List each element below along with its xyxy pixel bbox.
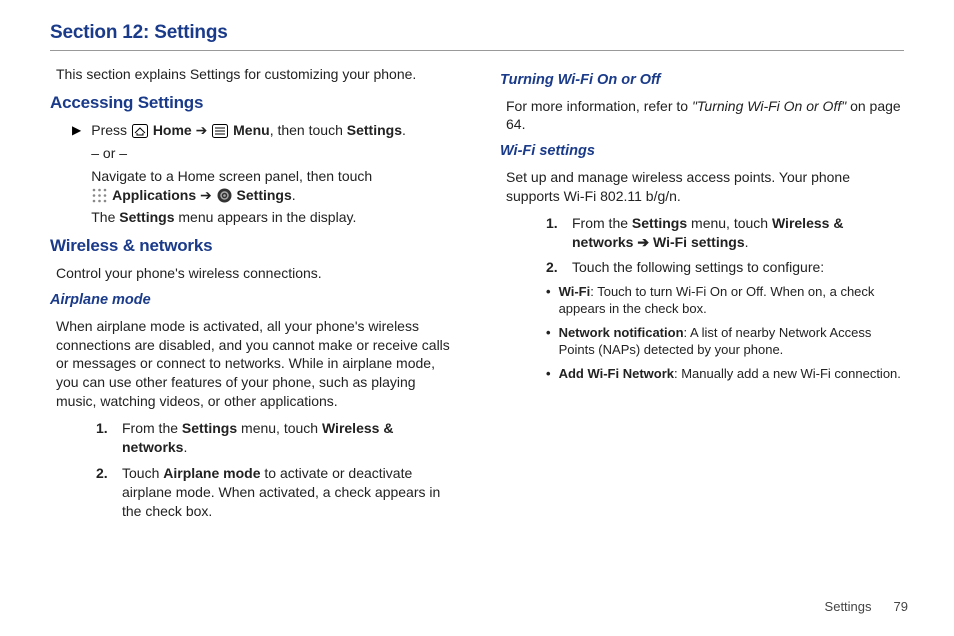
home-label: Home <box>153 122 192 138</box>
heading-wireless-networks: Wireless & networks <box>50 235 454 258</box>
text: Touch <box>122 465 163 481</box>
text: Settings <box>182 420 237 436</box>
step-number: 1. <box>546 214 562 233</box>
text: Navigate to a Home screen panel, then to… <box>91 168 372 184</box>
list-item: • Wi-Fi: Touch to turn Wi-Fi On or Off. … <box>546 284 904 318</box>
text: From the <box>572 215 632 231</box>
section-title: Section 12: Settings <box>50 22 904 44</box>
settings-label: Settings <box>347 122 402 138</box>
cross-reference: "Turning Wi-Fi On or Off" <box>692 98 846 114</box>
turning-wifi-text: For more information, refer to "Turning … <box>506 97 904 135</box>
or-separator: – or – <box>91 144 454 163</box>
wifi-settings-intro: Set up and manage wireless access points… <box>506 168 904 206</box>
page-footer: Settings 79 <box>825 599 908 614</box>
text: Airplane mode <box>163 465 260 481</box>
text: menu, touch <box>237 420 322 436</box>
text: Settings <box>632 215 687 231</box>
menu-label: Menu <box>233 122 270 138</box>
wireless-intro: Control your phone's wireless connection… <box>56 264 454 283</box>
intro-text: This section explains Settings for custo… <box>56 65 454 84</box>
list-item: 2. Touch Airplane mode to activate or de… <box>96 464 454 521</box>
step-number: 2. <box>96 464 112 483</box>
applications-icon <box>92 188 107 203</box>
arrow: ➔ <box>196 187 216 203</box>
option-desc: : Touch to turn Wi-Fi On or Off. When on… <box>559 284 875 316</box>
option-name: Add Wi-Fi Network <box>559 366 674 381</box>
text: menu appears in the display. <box>174 209 356 225</box>
instruction-step: ▶ Press Home ➔ Menu, then touch Settings… <box>72 121 454 231</box>
divider <box>50 50 904 51</box>
step-number: 1. <box>96 419 112 438</box>
text: . <box>745 234 749 250</box>
list-item: 1. From the Settings menu, touch Wireles… <box>546 214 904 252</box>
arrow: ➔ <box>192 122 212 138</box>
option-desc: : Manually add a new Wi-Fi connection. <box>674 366 901 381</box>
airplane-description: When airplane mode is activated, all you… <box>56 317 454 411</box>
heading-airplane-mode: Airplane mode <box>50 291 454 311</box>
settings-gear-icon <box>217 188 232 203</box>
home-icon <box>132 124 148 138</box>
text: Touch the following settings to configur… <box>572 259 824 275</box>
heading-accessing-settings: Accessing Settings <box>50 92 454 115</box>
text: . <box>183 439 187 455</box>
bullet-icon: • <box>546 325 551 359</box>
applications-label: Applications <box>112 187 196 203</box>
page-number: 79 <box>894 599 908 614</box>
bullet-icon: • <box>546 284 551 318</box>
triangle-bullet-icon: ▶ <box>72 121 81 139</box>
airplane-steps-list: 1. From the Settings menu, touch Wireles… <box>96 419 454 520</box>
list-item: 1. From the Settings menu, touch Wireles… <box>96 419 454 457</box>
heading-turning-wifi: Turning Wi-Fi On or Off <box>500 71 904 91</box>
bullet-icon: • <box>546 366 551 383</box>
option-name: Network notification <box>559 325 684 340</box>
text: . <box>292 187 296 203</box>
option-name: Wi-Fi <box>559 284 591 299</box>
step-number: 2. <box>546 258 562 277</box>
menu-icon <box>212 124 228 138</box>
heading-wifi-settings: Wi-Fi settings <box>500 142 904 162</box>
text: , then touch <box>270 122 347 138</box>
list-item: • Add Wi-Fi Network: Manually add a new … <box>546 366 904 383</box>
settings-label: Settings <box>119 209 174 225</box>
text: From the <box>122 420 182 436</box>
settings-label: Settings <box>237 187 292 203</box>
left-column: This section explains Settings for custo… <box>50 65 454 528</box>
wifi-steps-list: 1. From the Settings menu, touch Wireles… <box>546 214 904 278</box>
text: Press <box>91 122 131 138</box>
footer-section-label: Settings <box>825 599 872 614</box>
right-column: Turning Wi-Fi On or Off For more informa… <box>500 65 904 528</box>
list-item: • Network notification: A list of nearby… <box>546 325 904 359</box>
wifi-options-list: • Wi-Fi: Touch to turn Wi-Fi On or Off. … <box>546 284 904 382</box>
text: For more information, refer to <box>506 98 692 114</box>
text: The <box>91 209 119 225</box>
text: menu, touch <box>687 215 772 231</box>
list-item: 2. Touch the following settings to confi… <box>546 258 904 277</box>
text: . <box>402 122 406 138</box>
